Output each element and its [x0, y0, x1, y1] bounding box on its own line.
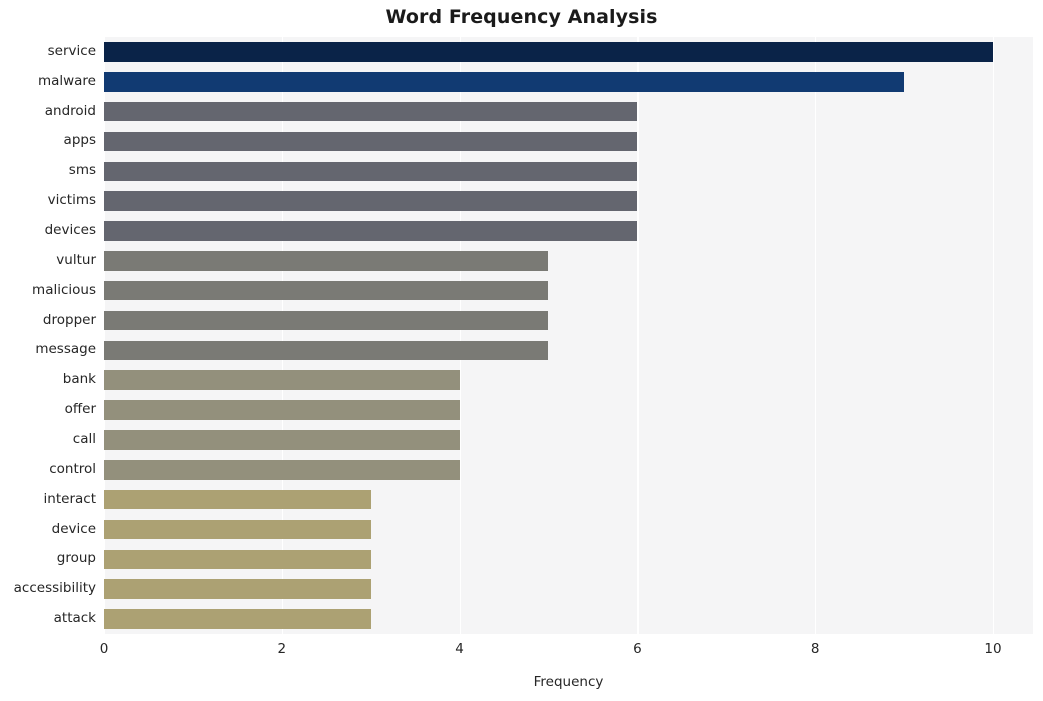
bar-row	[104, 161, 1033, 182]
y-tick-label-interact: interact	[43, 490, 96, 507]
y-tick-label-vultur: vultur	[56, 251, 96, 268]
bar-row	[104, 251, 1033, 271]
y-tick-label-malicious: malicious	[32, 281, 96, 298]
bar-malware	[104, 71, 905, 92]
bar-bank	[104, 370, 460, 391]
bar-row	[104, 460, 1033, 480]
bars-layer	[104, 37, 1033, 634]
x-tick-label-10: 10	[984, 641, 1002, 657]
bar-row	[104, 609, 1033, 629]
y-tick-label-service: service	[47, 42, 96, 59]
y-tick-label-bank: bank	[62, 371, 96, 388]
y-tick-label-group: group	[56, 550, 96, 567]
bar-vultur	[104, 251, 549, 271]
bar-row	[104, 310, 1033, 331]
bar-attack	[104, 609, 371, 629]
y-tick-label-sms: sms	[68, 162, 96, 179]
bar-malicious	[104, 280, 549, 301]
y-tick-label-accessibility: accessibility	[13, 580, 96, 597]
bar-row	[104, 42, 1033, 62]
bar-row	[104, 340, 1033, 361]
y-tick-label-victims: victims	[47, 192, 96, 209]
bar-row	[104, 489, 1033, 510]
y-tick-label-offer: offer	[64, 401, 96, 418]
x-tick-label-2: 2	[277, 641, 287, 657]
plot-area	[104, 37, 1033, 634]
y-tick-label-call: call	[72, 430, 96, 447]
bar-row	[104, 519, 1033, 540]
bar-row	[104, 430, 1033, 450]
x-tick-label-4: 4	[455, 641, 464, 657]
y-axis-tick-labels: service malware android apps sms victims devic…	[0, 37, 96, 634]
y-tick-label-attack: attack	[53, 610, 96, 627]
bar-victims	[104, 191, 638, 211]
bar-android	[104, 101, 638, 122]
y-tick-label-device: device	[51, 520, 96, 537]
y-tick-label-dropper: dropper	[42, 311, 96, 328]
bar-service	[104, 42, 993, 62]
bar-row	[104, 71, 1033, 92]
y-tick-label-malware: malware	[37, 72, 96, 89]
x-tick-label-0: 0	[99, 641, 109, 657]
y-tick-label-apps: apps	[63, 132, 96, 149]
bar-call	[104, 430, 460, 450]
bar-interact	[104, 489, 371, 510]
bar-row	[104, 101, 1033, 122]
bar-sms	[104, 161, 638, 182]
bar-offer	[104, 400, 460, 420]
chart-title: Word Frequency Analysis	[385, 6, 658, 28]
bar-row	[104, 131, 1033, 152]
word-frequency-chart: Word Frequency Analysis service malware an…	[0, 0, 1043, 701]
y-tick-label-devices: devices	[44, 222, 96, 239]
bar-row	[104, 221, 1033, 241]
bar-message	[104, 340, 549, 361]
x-axis-label: Frequency	[533, 674, 604, 690]
bar-row	[104, 370, 1033, 391]
bar-row	[104, 191, 1033, 211]
bar-group	[104, 549, 371, 570]
bar-control	[104, 460, 460, 480]
x-tick-label-8: 8	[810, 641, 820, 657]
bar-device	[104, 519, 371, 540]
y-tick-label-control: control	[49, 460, 96, 477]
x-tick-label-6: 6	[633, 641, 642, 657]
bar-apps	[104, 131, 638, 152]
x-axis-tick-labels: 0 2 4 6 8 10	[100, 634, 1033, 664]
bar-row	[104, 400, 1033, 420]
bar-accessibility	[104, 579, 371, 599]
y-tick-label-android: android	[44, 102, 96, 119]
bar-row	[104, 579, 1033, 599]
bar-row	[104, 549, 1033, 570]
bar-devices	[104, 221, 638, 241]
y-tick-label-message: message	[35, 341, 96, 358]
bar-row	[104, 280, 1033, 301]
bar-dropper	[104, 310, 549, 331]
